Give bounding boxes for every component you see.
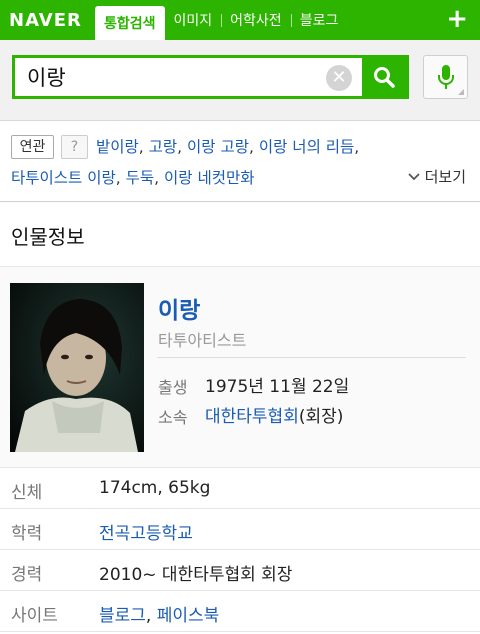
add-tab-button[interactable]: + bbox=[446, 6, 468, 32]
related-line-2: 타투이스트 이랑, 두둑, 이랑 네컷만화 bbox=[11, 169, 255, 187]
row-key: 사이트 bbox=[11, 606, 58, 626]
related-line-1: 밭이랑, 고랑, 이랑 고랑, 이랑 너의 리듬, bbox=[96, 138, 360, 156]
row-key: 학력 bbox=[11, 524, 43, 544]
more-button[interactable]: 더보기 bbox=[408, 166, 466, 187]
divider bbox=[157, 357, 466, 358]
top-navigation-bar: NAVER 통합검색 이미지 어학사전 블로그 + bbox=[0, 0, 480, 40]
profile-card: 이랑 타투아티스트 출생 1975년 11월 22일 소속 대한타투협회(회장) bbox=[0, 267, 480, 468]
birth-value: 1975년 11월 22일 bbox=[205, 377, 350, 397]
blog-link[interactable]: 블로그 bbox=[99, 606, 146, 626]
search-icon bbox=[374, 67, 395, 88]
person-job: 타투아티스트 bbox=[158, 331, 247, 350]
tab-blog[interactable]: 블로그 bbox=[290, 0, 348, 40]
tab-integrated-search[interactable]: 통합검색 bbox=[95, 6, 165, 40]
related-label: 연관 bbox=[11, 135, 54, 159]
row-key: 신체 bbox=[11, 483, 43, 503]
search-box: ✕ bbox=[12, 55, 409, 99]
info-row-body: 신체 174cm, 65kg bbox=[0, 468, 480, 509]
row-value: 2010~ 대한타투협회 회장 bbox=[99, 565, 293, 585]
voice-search-button[interactable] bbox=[423, 55, 468, 99]
affiliation-label: 소속 bbox=[158, 408, 188, 427]
section-title: 인물정보 bbox=[0, 208, 480, 267]
search-button[interactable] bbox=[362, 58, 406, 96]
related-link[interactable]: 이랑 네컷만화 bbox=[164, 169, 255, 187]
row-value: 전곡고등학교 bbox=[99, 519, 193, 544]
clear-input-icon[interactable]: ✕ bbox=[326, 65, 352, 91]
affiliation-suffix: (회장) bbox=[298, 407, 344, 427]
search-input[interactable] bbox=[25, 64, 319, 90]
microphone-icon bbox=[437, 65, 454, 89]
more-label: 더보기 bbox=[424, 168, 466, 186]
info-row-career: 경력 2010~ 대한타투협회 회장 bbox=[0, 550, 480, 591]
corner-indicator-icon bbox=[458, 89, 464, 95]
row-key: 경력 bbox=[11, 565, 43, 585]
naver-logo[interactable]: NAVER bbox=[0, 10, 95, 31]
info-row-site: 사이트 블로그, 페이스북 bbox=[0, 591, 480, 632]
related-link[interactable]: 이랑 고랑 bbox=[187, 138, 249, 156]
affiliation-value: 대한타투협회(회장) bbox=[205, 402, 343, 427]
separator: , bbox=[145, 606, 157, 626]
facebook-link[interactable]: 페이스북 bbox=[157, 606, 220, 626]
tab-dictionary[interactable]: 어학사전 bbox=[221, 0, 291, 40]
help-button[interactable]: ? bbox=[61, 135, 88, 159]
birth-label: 출생 bbox=[158, 378, 188, 397]
related-link[interactable]: 고랑 bbox=[149, 138, 178, 156]
search-area: ✕ bbox=[0, 40, 480, 121]
info-row-education: 학력 전곡고등학교 bbox=[0, 509, 480, 550]
profile-photo[interactable] bbox=[10, 283, 144, 452]
related-link[interactable]: 타투이스트 이랑 bbox=[11, 169, 116, 187]
person-name[interactable]: 이랑 bbox=[158, 291, 200, 325]
row-value: 블로그, 페이스북 bbox=[99, 601, 219, 626]
chevron-down-icon bbox=[408, 173, 420, 181]
related-link[interactable]: 밭이랑 bbox=[96, 138, 139, 156]
related-searches: 연관 ? 밭이랑, 고랑, 이랑 고랑, 이랑 너의 리듬, 타투이스트 이랑,… bbox=[0, 121, 480, 202]
row-value: 174cm, 65kg bbox=[99, 478, 211, 498]
related-link[interactable]: 이랑 너의 리듬 bbox=[259, 138, 354, 156]
related-link[interactable]: 두둑 bbox=[126, 169, 155, 187]
affiliation-link[interactable]: 대한타투협회 bbox=[205, 407, 299, 427]
education-link[interactable]: 전곡고등학교 bbox=[99, 524, 193, 544]
tab-images[interactable]: 이미지 bbox=[165, 0, 222, 40]
